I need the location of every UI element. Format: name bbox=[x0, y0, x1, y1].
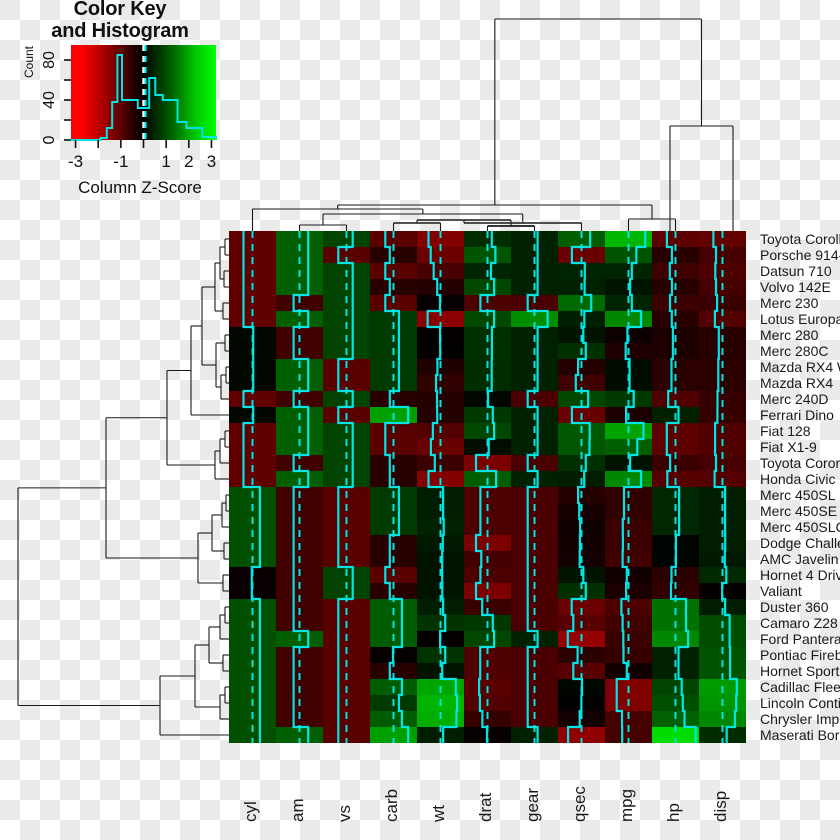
column-trace-line bbox=[526, 231, 549, 743]
row-label: Cadillac Fleetwood bbox=[760, 679, 840, 695]
row-label: Maserati Bora bbox=[760, 727, 840, 743]
row-label: Merc 450SE bbox=[760, 503, 838, 519]
row-label: Chrysler Imperial bbox=[760, 711, 840, 727]
column-label: carb bbox=[381, 788, 401, 822]
column-label: am bbox=[287, 798, 307, 822]
row-label: Mazda RX4 bbox=[760, 375, 834, 391]
row-label: Ferrari Dino bbox=[760, 407, 834, 423]
row-label: Datsun 710 bbox=[760, 263, 832, 279]
row-label: Toyota Corona bbox=[760, 455, 840, 471]
column-trace-line bbox=[566, 231, 593, 743]
column-label: drat bbox=[475, 792, 495, 822]
column-label: vs bbox=[334, 805, 354, 822]
row-label: Merc 230 bbox=[760, 295, 819, 311]
column-labels: cyl am vs carb wt drat gear qsec mpg hp disp bbox=[229, 748, 746, 840]
row-label: Ford Pantera L bbox=[760, 631, 840, 647]
column-trace-line bbox=[615, 231, 647, 743]
column-trace-line bbox=[712, 231, 738, 743]
row-label: Toyota Corolla bbox=[760, 231, 840, 247]
row-label: Lotus Europa bbox=[760, 311, 840, 327]
column-label: mpg bbox=[616, 788, 636, 822]
column-label: wt bbox=[428, 805, 448, 822]
row-label: Honda Civic bbox=[760, 471, 836, 487]
row-label: Valiant bbox=[760, 583, 802, 599]
row-label: Merc 240D bbox=[760, 391, 829, 407]
row-label: Camaro Z28 bbox=[760, 615, 838, 631]
row-label: Merc 450SL bbox=[760, 487, 836, 503]
column-label: gear bbox=[522, 787, 542, 822]
row-label: Merc 280 bbox=[760, 327, 819, 343]
column-label: cyl bbox=[240, 801, 260, 822]
row-label: Hornet 4 Drive bbox=[760, 567, 840, 583]
row-label: Dodge Challenger bbox=[760, 535, 840, 551]
column-trace-line bbox=[665, 231, 697, 743]
column-trace-line bbox=[384, 231, 410, 743]
row-label: Porsche 914-2 bbox=[760, 247, 840, 263]
row-label: Mazda RX4 Wag bbox=[760, 359, 840, 375]
column-trace-line bbox=[426, 231, 459, 743]
column-label: disp bbox=[710, 790, 730, 822]
row-label: Fiat X1-9 bbox=[760, 439, 817, 455]
row-labels: Toyota CorollaPorsche 914-2Datsun 710Vol… bbox=[760, 231, 840, 743]
row-label: Hornet Sportabout bbox=[760, 663, 840, 679]
heatmap-column-traces bbox=[242, 231, 738, 743]
row-label: Merc 450SLC bbox=[760, 519, 840, 535]
row-label: Pontiac Firebird bbox=[760, 647, 840, 663]
row-label: Volvo 142E bbox=[760, 279, 831, 295]
column-trace-line bbox=[474, 231, 498, 743]
column-label: hp bbox=[663, 803, 683, 822]
row-label: Fiat 128 bbox=[760, 423, 811, 439]
row-label: AMC Javelin bbox=[760, 551, 839, 567]
column-trace-line bbox=[292, 231, 310, 743]
column-label: qsec bbox=[569, 786, 589, 822]
row-label: Merc 280C bbox=[760, 343, 829, 359]
row-label: Duster 360 bbox=[760, 599, 829, 615]
row-label: Lincoln Continental bbox=[760, 695, 840, 711]
